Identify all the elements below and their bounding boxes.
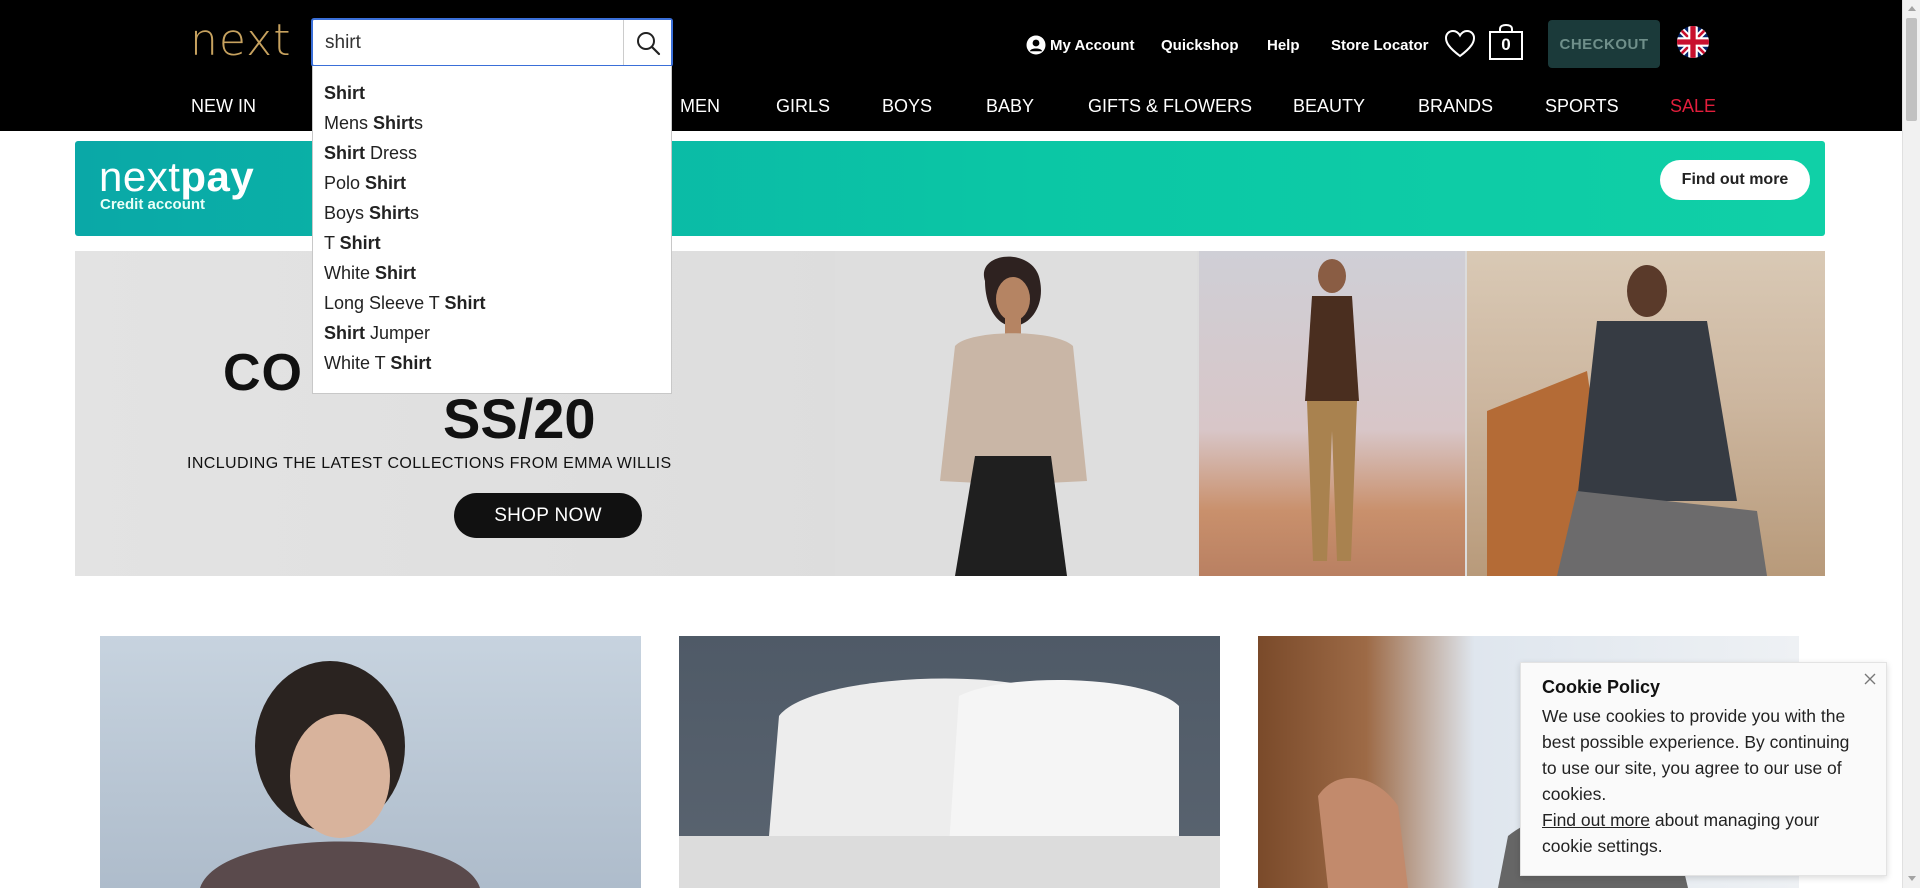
close-icon[interactable] [1862,671,1878,687]
hero-model-image-1 [835,251,1197,576]
scroll-up-icon[interactable] [1908,6,1916,11]
nav-men[interactable]: MEN [680,94,720,118]
hero-model-image-2 [1199,251,1465,576]
suggestion-item[interactable]: Polo Shirt [313,173,671,203]
help-link[interactable]: Help [1267,34,1300,56]
search-button[interactable] [623,20,671,65]
men-category-tile[interactable] [100,636,641,888]
nav-beauty[interactable]: BEAUTY [1293,94,1365,118]
suggestion-item[interactable]: White T Shirt [313,353,671,383]
suggestion-item[interactable]: Long Sleeve T Shirt [313,293,671,323]
cookie-title: Cookie Policy [1542,677,1661,697]
suggestion-item[interactable]: Mens Shirts [313,113,671,143]
nextpay-logo: nextpay [99,153,255,200]
scroll-down-icon[interactable] [1908,876,1916,881]
page-scrollbar[interactable] [1902,0,1920,888]
nav-new-in[interactable]: NEW IN [191,94,256,118]
nav-sports[interactable]: SPORTS [1545,94,1619,118]
search-input[interactable] [325,30,625,56]
my-account-link[interactable]: My Account [1026,34,1134,56]
scrollbar-thumb[interactable] [1906,18,1917,121]
cookie-body: We use cookies to provide you with the b… [1542,706,1850,856]
site-header: next My Account Quickshop Help Store Loc… [0,0,1902,131]
find-out-more-button[interactable]: Find out more [1660,160,1810,200]
bag-count: 0 [1501,35,1511,54]
home-category-tile[interactable] [679,636,1220,888]
uk-flag-icon[interactable] [1677,26,1709,58]
checkout-button[interactable]: CHECKOUT [1548,20,1660,68]
hero-model-image-3 [1467,251,1825,576]
suggestion-item[interactable]: Shirt Jumper [313,323,671,353]
shop-now-button[interactable]: SHOP NOW [454,493,642,538]
account-icon [1026,35,1046,55]
nav-brands[interactable]: BRANDS [1418,94,1493,118]
nav-boys[interactable]: BOYS [882,94,932,118]
nav-gifts-flowers[interactable]: GIFTS & FLOWERS [1088,94,1252,118]
search-suggestions: Shirt Mens Shirts Shirt Dress Polo Shirt… [312,66,672,394]
cookie-policy-popup: Cookie Policy We use cookies to provide … [1520,662,1887,876]
suggestion-item[interactable]: Shirt Dress [313,143,671,173]
nav-baby[interactable]: BABY [986,94,1034,118]
hero-subtitle: INCLUDING THE LATEST COLLECTIONS FROM EM… [187,455,672,472]
heart-icon[interactable] [1444,29,1476,59]
hero-title: CO [223,344,303,402]
quickshop-link[interactable]: Quickshop [1161,34,1239,56]
nav-sale[interactable]: SALE [1670,94,1716,118]
store-locator-link[interactable]: Store Locator [1331,34,1429,56]
search-icon [636,31,660,55]
next-logo[interactable]: next [190,18,302,64]
suggestion-item[interactable]: Shirt [313,83,671,113]
nav-girls[interactable]: GIRLS [776,94,830,118]
search-box [311,18,673,67]
cookie-find-out-more-link[interactable]: Find out more [1542,810,1650,830]
suggestion-item[interactable]: White Shirt [313,263,671,293]
suggestion-item[interactable]: Boys Shirts [313,203,671,233]
my-account-label: My Account [1050,36,1135,54]
suggestion-item[interactable]: T Shirt [313,233,671,263]
hero-season: SS/20 [443,387,596,450]
nextpay-subtitle: Credit account [100,196,206,213]
